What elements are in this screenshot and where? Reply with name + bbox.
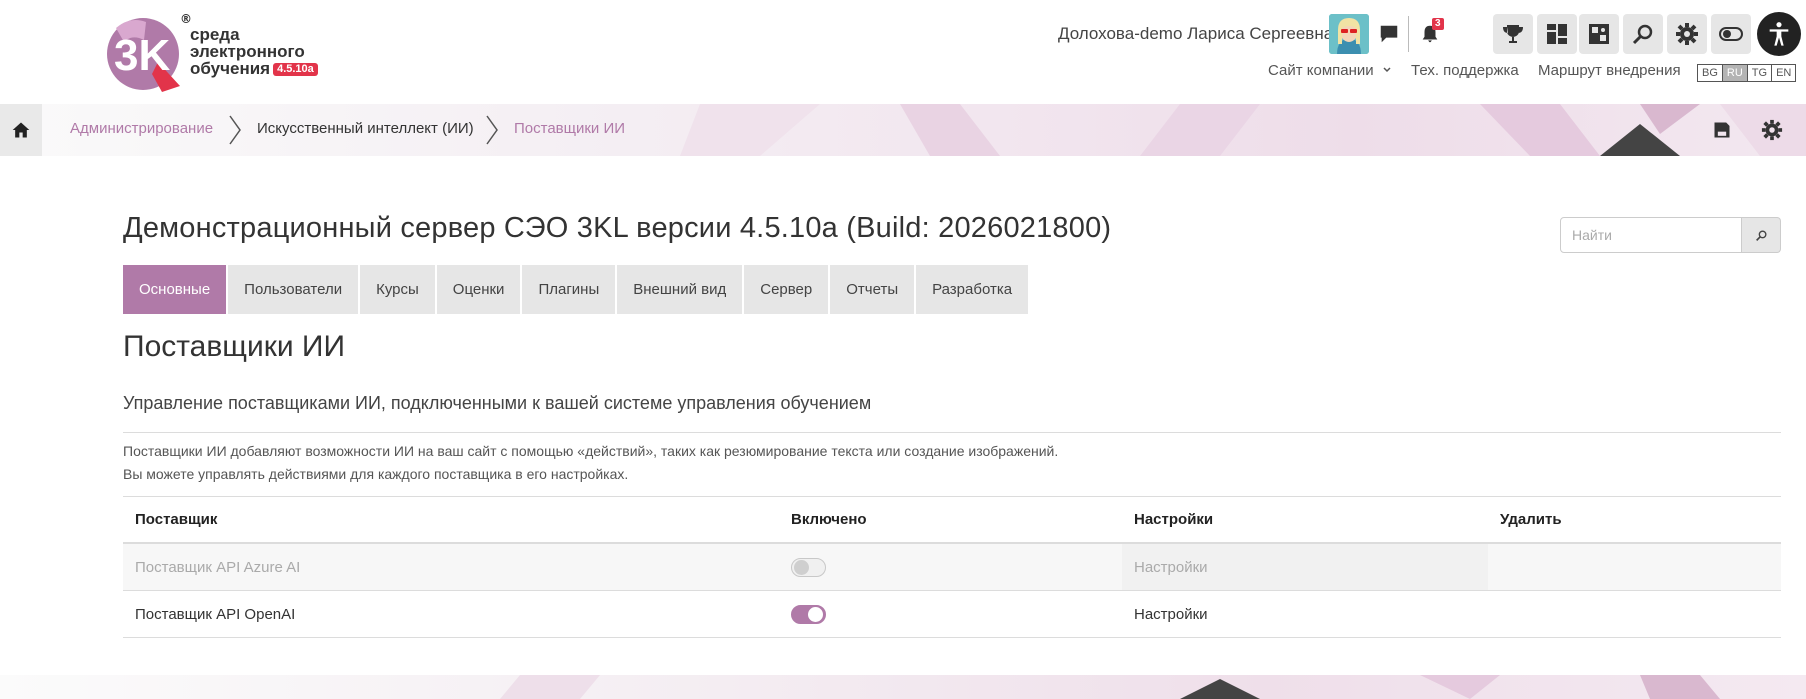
section-title: Поставщики ИИ	[123, 330, 346, 363]
trophy-button[interactable]	[1493, 14, 1533, 54]
admin-tabs: Основные Пользователи Курсы Оценки Плаги…	[123, 265, 1031, 314]
divider	[123, 432, 1781, 433]
logo-line-2: электронного	[190, 42, 305, 61]
tab-general[interactable]: Основные	[123, 265, 229, 314]
language-switcher: BG RU TG EN	[1697, 64, 1797, 82]
decorative-pattern	[500, 675, 1720, 699]
lang-en[interactable]: EN	[1771, 65, 1796, 81]
page-title: Демонстрационный сервер СЭО 3KL версии 4…	[123, 212, 1112, 244]
chevron-down-icon	[1383, 67, 1391, 73]
notifications-badge: 3	[1432, 18, 1444, 30]
table-row: Поставщик API OpenAI Настройки	[123, 591, 1781, 638]
provider-name: Поставщик API Azure AI	[123, 544, 779, 590]
logo-line-3: обучения 4.5.10a	[190, 60, 318, 77]
settings-link[interactable]: Настройки	[1122, 591, 1488, 637]
dashboard-button[interactable]	[1537, 14, 1577, 54]
tab-reports[interactable]: Отчеты	[830, 265, 917, 314]
global-search-button[interactable]	[1623, 14, 1663, 54]
support-link[interactable]: Тех. поддержка	[1411, 62, 1519, 79]
tab-users[interactable]: Пользователи	[228, 265, 361, 314]
route-link[interactable]: Маршрут внедрения	[1538, 62, 1681, 79]
providers-table: Поставщик Включено Настройки Удалить Пос…	[123, 496, 1781, 638]
tab-appearance[interactable]: Внешний вид	[617, 265, 745, 314]
page-settings-button[interactable]	[1760, 118, 1784, 142]
tab-development[interactable]: Разработка	[916, 265, 1031, 314]
column-header-delete: Удалить	[1500, 510, 1562, 528]
settings-button[interactable]	[1667, 14, 1707, 54]
tab-grades[interactable]: Оценки	[436, 265, 523, 314]
lang-ru[interactable]: RU	[1721, 65, 1747, 81]
description-line-2: Вы можете управлять действиями для каждо…	[123, 466, 629, 482]
logo-text: среда электронного обучения 4.5.10a	[190, 26, 318, 77]
section-subtitle: Управление поставщиками ИИ, подключенным…	[123, 393, 872, 413]
home-icon	[12, 122, 30, 138]
lang-bg[interactable]: BG	[1698, 65, 1722, 81]
breadcrumb-ai[interactable]: Искусственный интеллект (ИИ)	[257, 120, 474, 137]
avatar-image	[1329, 14, 1369, 54]
save-page-button[interactable]	[1710, 118, 1734, 142]
trophy-icon	[1503, 25, 1523, 43]
enable-toggle[interactable]	[791, 604, 826, 624]
toggle-icon	[1719, 27, 1743, 41]
accessibility-button[interactable]	[1757, 12, 1801, 56]
tab-plugins[interactable]: Плагины	[522, 265, 618, 314]
chevron-right-icon	[486, 115, 498, 145]
search-icon	[1755, 229, 1767, 241]
company-site-link[interactable]: Сайт компании	[1268, 62, 1392, 79]
column-header-provider: Поставщик	[135, 510, 218, 528]
site-header: 3K ® среда электронного обучения 4.5.10a …	[0, 0, 1806, 104]
dashboard-icon	[1547, 24, 1567, 44]
column-header-settings: Настройки	[1134, 510, 1214, 528]
column-header-enabled: Включено	[791, 510, 867, 528]
search-icon	[1632, 24, 1653, 45]
enabled-cell	[779, 544, 1122, 590]
chevron-right-icon	[229, 115, 241, 145]
enable-toggle[interactable]	[791, 557, 826, 577]
breadcrumb-bar: Администрирование Искусственный интеллек…	[0, 104, 1806, 156]
delete-cell	[1488, 544, 1781, 590]
enabled-cell	[779, 591, 1122, 637]
tab-courses[interactable]: Курсы	[360, 265, 437, 314]
delete-cell	[1488, 591, 1781, 637]
site-logo[interactable]: 3K ® среда электронного обучения 4.5.10a	[106, 12, 346, 94]
gear-icon	[1761, 119, 1783, 141]
footer-decoration	[0, 675, 1806, 699]
provider-name: Поставщик API OpenAI	[135, 605, 296, 623]
lang-tg[interactable]: TG	[1746, 65, 1772, 81]
puzzle-icon	[1589, 24, 1609, 44]
save-icon	[1714, 122, 1730, 138]
settings-link[interactable]: Настройки	[1122, 544, 1488, 590]
chat-icon[interactable]	[1375, 20, 1403, 48]
user-name[interactable]: Долохова-demo Лариса Сергеевна	[1058, 24, 1333, 44]
search-submit-button[interactable]	[1742, 217, 1781, 253]
description-line-1: Поставщики ИИ добавляют возможности ИИ н…	[123, 443, 1059, 459]
table-header-row: Поставщик Включено Настройки Удалить	[123, 496, 1781, 544]
logo-mark-icon: 3K	[107, 18, 180, 92]
table-row: Поставщик API Azure AI Настройки	[123, 544, 1781, 591]
puzzle-button[interactable]	[1579, 14, 1619, 54]
toggle-knob	[808, 606, 823, 622]
header-divider	[1408, 16, 1409, 52]
gear-icon	[1676, 23, 1698, 45]
breadcrumb-ai-providers[interactable]: Поставщики ИИ	[514, 120, 625, 137]
svg-text:3K: 3K	[114, 31, 170, 80]
accessibility-icon	[1769, 22, 1789, 46]
notifications-button[interactable]: 3	[1416, 18, 1444, 48]
toggle-knob	[794, 559, 809, 575]
avatar[interactable]	[1329, 14, 1369, 54]
breadcrumb-administration[interactable]: Администрирование	[70, 120, 213, 137]
tab-server[interactable]: Сервер	[744, 265, 831, 314]
logo-version-badge: 4.5.10a	[273, 63, 318, 76]
search-input[interactable]	[1560, 217, 1742, 253]
logo-line-1: среда	[190, 25, 240, 44]
mode-toggle-button[interactable]	[1711, 14, 1751, 54]
home-button[interactable]	[0, 104, 42, 156]
admin-search	[1560, 217, 1781, 253]
registered-mark: ®	[180, 12, 192, 26]
